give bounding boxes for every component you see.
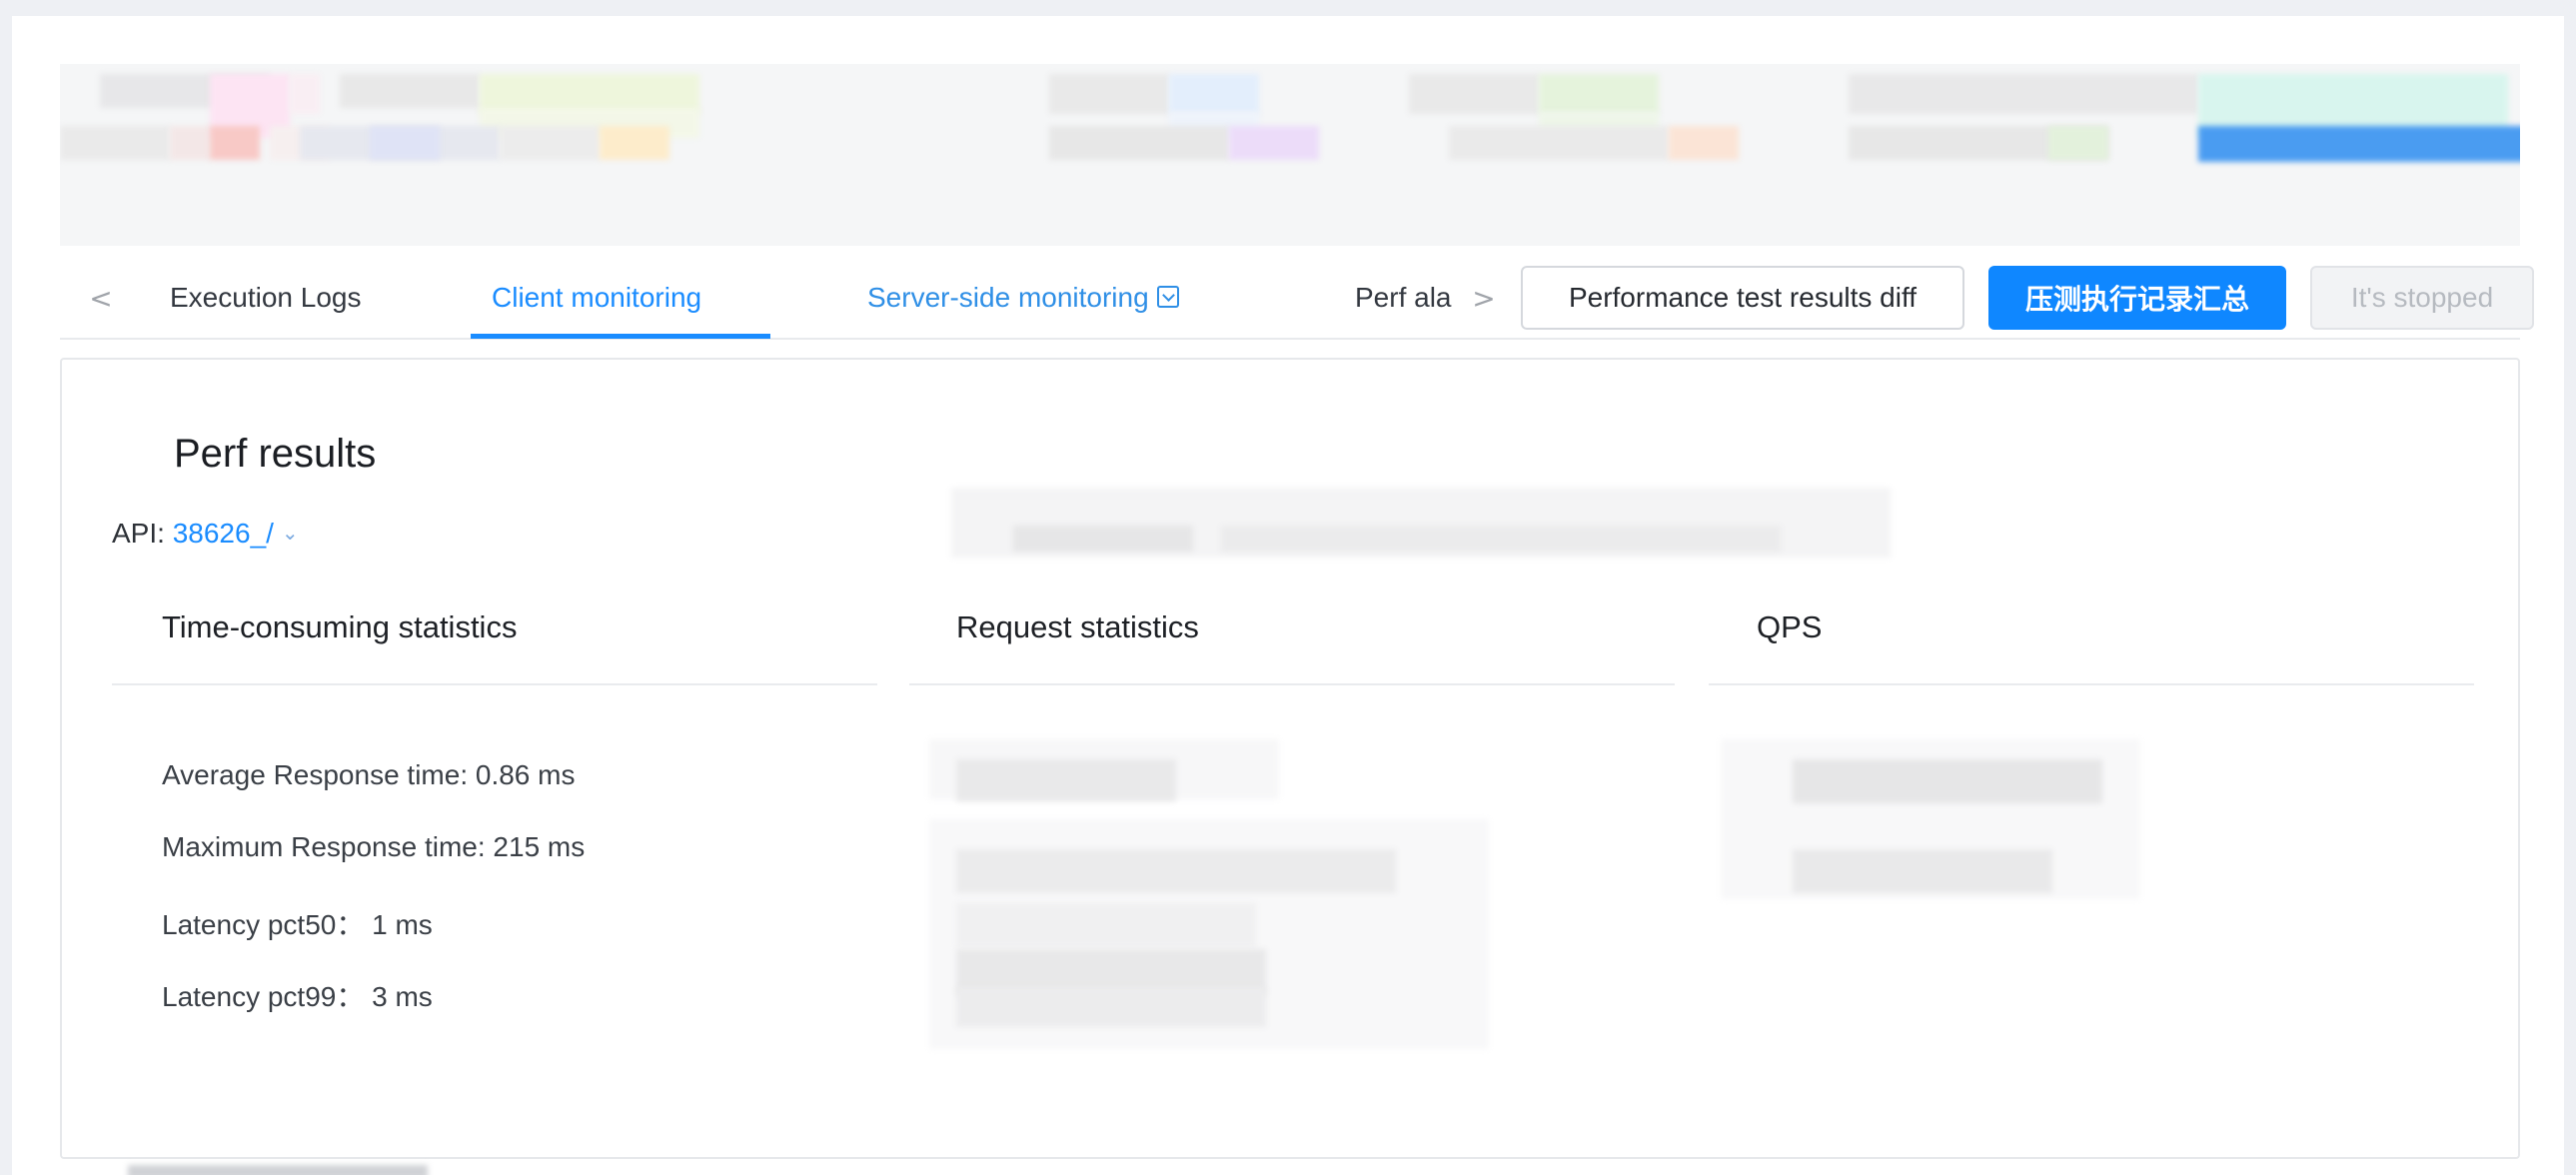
redacted-block bbox=[956, 759, 1176, 801]
cut-off-section-heading bbox=[128, 1165, 428, 1175]
redacted-block bbox=[1221, 526, 1781, 552]
avg-response-time: Average Response time: 0.86 ms bbox=[162, 759, 576, 790]
divider bbox=[112, 683, 877, 685]
active-tab-indicator bbox=[471, 334, 770, 339]
card-title: Perf results bbox=[174, 432, 377, 476]
dropdown-box-icon[interactable] bbox=[1156, 285, 1179, 308]
tab-perf-ala[interactable]: Perf ala bbox=[1355, 276, 1452, 320]
page: < Execution Logs Client monitoring Serve… bbox=[12, 16, 2564, 1175]
perf-results-card: Perf results API: 38626_/ ⌄ Time-consumin… bbox=[60, 358, 2520, 1159]
redacted-block bbox=[1013, 526, 1193, 552]
request-statistics-heading: Request statistics bbox=[956, 609, 1199, 644]
api-selector[interactable]: API: 38626_/ ⌄ bbox=[112, 518, 299, 550]
tab-execution-logs[interactable]: Execution Logs bbox=[170, 276, 361, 320]
max-response-time: Maximum Response time: 215 ms bbox=[162, 831, 586, 862]
execution-summary-button[interactable]: 压测执行记录汇总 bbox=[1988, 266, 2286, 330]
redacted-block bbox=[956, 849, 1396, 893]
qps-heading: QPS bbox=[1757, 609, 1823, 644]
tab-server-side-monitoring[interactable]: Server-side monitoring bbox=[867, 276, 1179, 320]
api-label: API: bbox=[112, 518, 165, 549]
results-diff-button[interactable]: Performance test results diff bbox=[1521, 266, 1964, 330]
divider bbox=[909, 683, 1675, 685]
tab-bar: < Execution Logs Client monitoring Serve… bbox=[60, 256, 2534, 340]
redacted-block bbox=[1793, 759, 2102, 803]
divider bbox=[1709, 683, 2474, 685]
tab-server-side-label: Server-side monitoring bbox=[867, 282, 1149, 313]
latency-pct50: Latency pct50： 1 ms bbox=[162, 909, 433, 940]
latency-pct99: Latency pct99： 3 ms bbox=[162, 981, 433, 1012]
tabs-next-arrow-icon[interactable]: > bbox=[1469, 278, 1499, 318]
redacted-block bbox=[1793, 849, 2052, 893]
chevron-down-icon[interactable]: ⌄ bbox=[282, 523, 299, 545]
tab-client-monitoring[interactable]: Client monitoring bbox=[492, 276, 701, 320]
time-consuming-heading: Time-consuming statistics bbox=[162, 609, 518, 644]
redacted-block bbox=[956, 987, 1266, 1027]
stopped-button[interactable]: It's stopped bbox=[2310, 266, 2534, 330]
redacted-block bbox=[956, 903, 1256, 947]
tabs-prev-arrow-icon[interactable]: < bbox=[86, 278, 116, 318]
api-value[interactable]: 38626_/ bbox=[173, 518, 274, 549]
redacted-header bbox=[60, 64, 2520, 246]
